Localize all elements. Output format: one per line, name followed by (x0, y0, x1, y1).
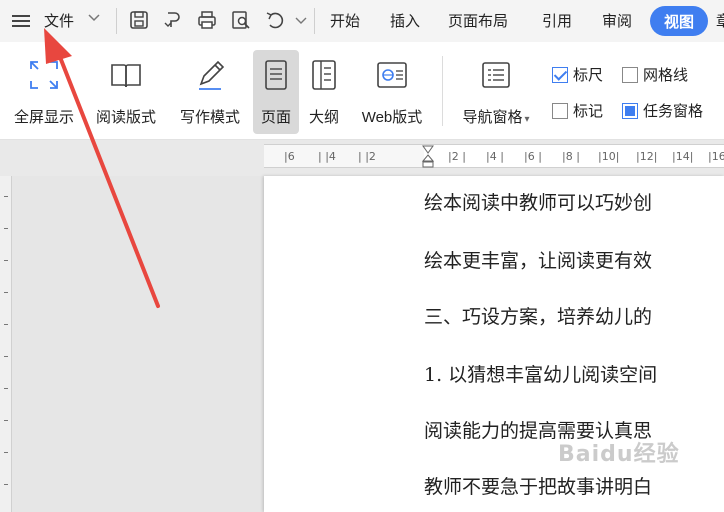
page-view-button[interactable]: 页面 (253, 50, 299, 134)
fullscreen-button[interactable]: 全屏显示 (4, 50, 84, 134)
hamburger-menu-icon[interactable] (10, 12, 32, 30)
pencil-icon (193, 58, 227, 92)
vruler-tick (4, 324, 8, 325)
undo-icon[interactable] (264, 9, 286, 31)
task-pane-checkbox-box[interactable] (622, 102, 638, 119)
menubar-divider (116, 8, 117, 34)
outline-icon (307, 58, 341, 92)
reading-layout-label: 阅读版式 (95, 109, 156, 126)
ruler-tick: |2 | (448, 150, 466, 163)
writing-mode-label: 写作模式 (179, 109, 240, 126)
gridlines-checkbox-box[interactable] (622, 66, 638, 83)
tab-view[interactable]: 视图 (650, 6, 708, 36)
vruler-tick (4, 356, 8, 357)
ruler-tick: |12| (636, 150, 658, 163)
print-preview-icon[interactable] (230, 9, 252, 31)
vruler-tick (4, 452, 8, 453)
print-icon[interactable] (196, 9, 218, 31)
chevron-down-icon[interactable] (88, 11, 100, 28)
navigation-pane-label: 导航窗格 ▾ (452, 106, 540, 127)
page-icon (259, 58, 293, 92)
tab-page-layout[interactable]: 页面布局 (448, 10, 508, 31)
ribbon-divider (442, 56, 443, 126)
undo-dropdown-icon[interactable] (290, 9, 307, 31)
document-line[interactable]: 1. 以猜想丰富幼儿阅读空间 (424, 360, 724, 387)
gridlines-checkbox[interactable]: 网格线 (622, 64, 688, 85)
ruler-tick: | |4 (318, 150, 336, 163)
navigation-pane-button[interactable]: 导航窗格 ▾ (452, 50, 540, 134)
ruler-tick: |10| (598, 150, 620, 163)
vruler-tick (4, 484, 8, 485)
markup-checkbox-label: 标记 (573, 103, 604, 120)
vruler-tick (4, 196, 8, 197)
reading-layout-button[interactable]: 阅读版式 (88, 50, 164, 134)
vruler-tick (4, 292, 8, 293)
writing-mode-button[interactable]: 写作模式 (170, 50, 250, 134)
web-icon (375, 58, 409, 92)
outline-view-label: 大纲 (308, 109, 339, 126)
ruler-area: |6 | |4 | |2 |2 | |4 | |6 | |8 | |10| |1… (0, 140, 724, 176)
tab-overflow[interactable]: 章 (716, 10, 724, 31)
tab-home[interactable]: 开始 (330, 10, 360, 31)
document-line[interactable]: 三、巧设方案，培养幼儿的 (424, 302, 724, 329)
outline-view-button[interactable]: 大纲 (302, 50, 346, 134)
task-pane-checkbox-label: 任务窗格 (643, 103, 704, 120)
ruler-tick: |14| (672, 150, 694, 163)
web-layout-button[interactable]: Web版式 (352, 50, 432, 134)
tab-references[interactable]: 引用 (542, 10, 572, 31)
ruler-checkbox-label: 标尺 (573, 67, 604, 84)
horizontal-ruler[interactable]: |6 | |4 | |2 |2 | |4 | |6 | |8 | |10| |1… (264, 144, 724, 168)
gridlines-checkbox-label: 网格线 (643, 67, 689, 84)
ruler-tick: |16 (708, 150, 724, 163)
document-line[interactable]: 绘本阅读中教师可以巧妙创 (424, 188, 724, 215)
task-pane-checkbox[interactable]: 任务窗格 (622, 100, 703, 121)
ruler-tick: |8 | (562, 150, 580, 163)
fullscreen-label: 全屏显示 (13, 109, 74, 126)
ruler-tick: | |2 (358, 150, 376, 163)
tab-review[interactable]: 审阅 (602, 10, 632, 31)
ruler-checkbox-box[interactable] (552, 66, 568, 83)
page-view-label: 页面 (260, 109, 291, 126)
web-layout-label: Web版式 (361, 109, 423, 126)
document-line[interactable]: 教师不要急于把故事讲明白 (424, 472, 724, 499)
markup-checkbox[interactable]: 标记 (552, 100, 603, 121)
indent-marker[interactable] (421, 145, 435, 168)
watermark: Baidu经验 (558, 442, 680, 467)
ruler-tick: |6 | (524, 150, 542, 163)
tab-insert[interactable]: 插入 (390, 10, 420, 31)
dropdown-arrow-icon[interactable]: ▾ (524, 114, 529, 125)
navigation-pane-icon (479, 58, 513, 92)
fullscreen-icon (27, 58, 61, 92)
vruler-tick (4, 388, 8, 389)
vruler-tick (4, 420, 8, 421)
menubar-divider (314, 8, 315, 34)
document-line[interactable]: 绘本更丰富，让阅读更有效 (424, 246, 724, 273)
navigation-pane-text: 导航窗格 (462, 109, 523, 126)
export-pdf-icon[interactable] (162, 9, 184, 31)
markup-checkbox-box[interactable] (552, 102, 568, 119)
ruler-checkbox[interactable]: 标尺 (552, 64, 603, 85)
ribbon-view: 全屏显示 阅读版式 写作模式 页面 大纲 Web版式 导航窗格 ▾ 标尺 网格线… (0, 42, 724, 140)
book-icon (109, 58, 143, 92)
vruler-tick (4, 260, 8, 261)
menu-bar: 文件 开始 插入 页面布局 引用 审阅 视图 章 (0, 0, 724, 42)
save-icon[interactable] (128, 9, 150, 31)
file-menu[interactable]: 文件 (44, 10, 74, 31)
vertical-ruler[interactable] (0, 176, 12, 512)
ruler-tick: |4 | (486, 150, 504, 163)
vruler-tick (4, 228, 8, 229)
ruler-tick: |6 (284, 150, 295, 163)
